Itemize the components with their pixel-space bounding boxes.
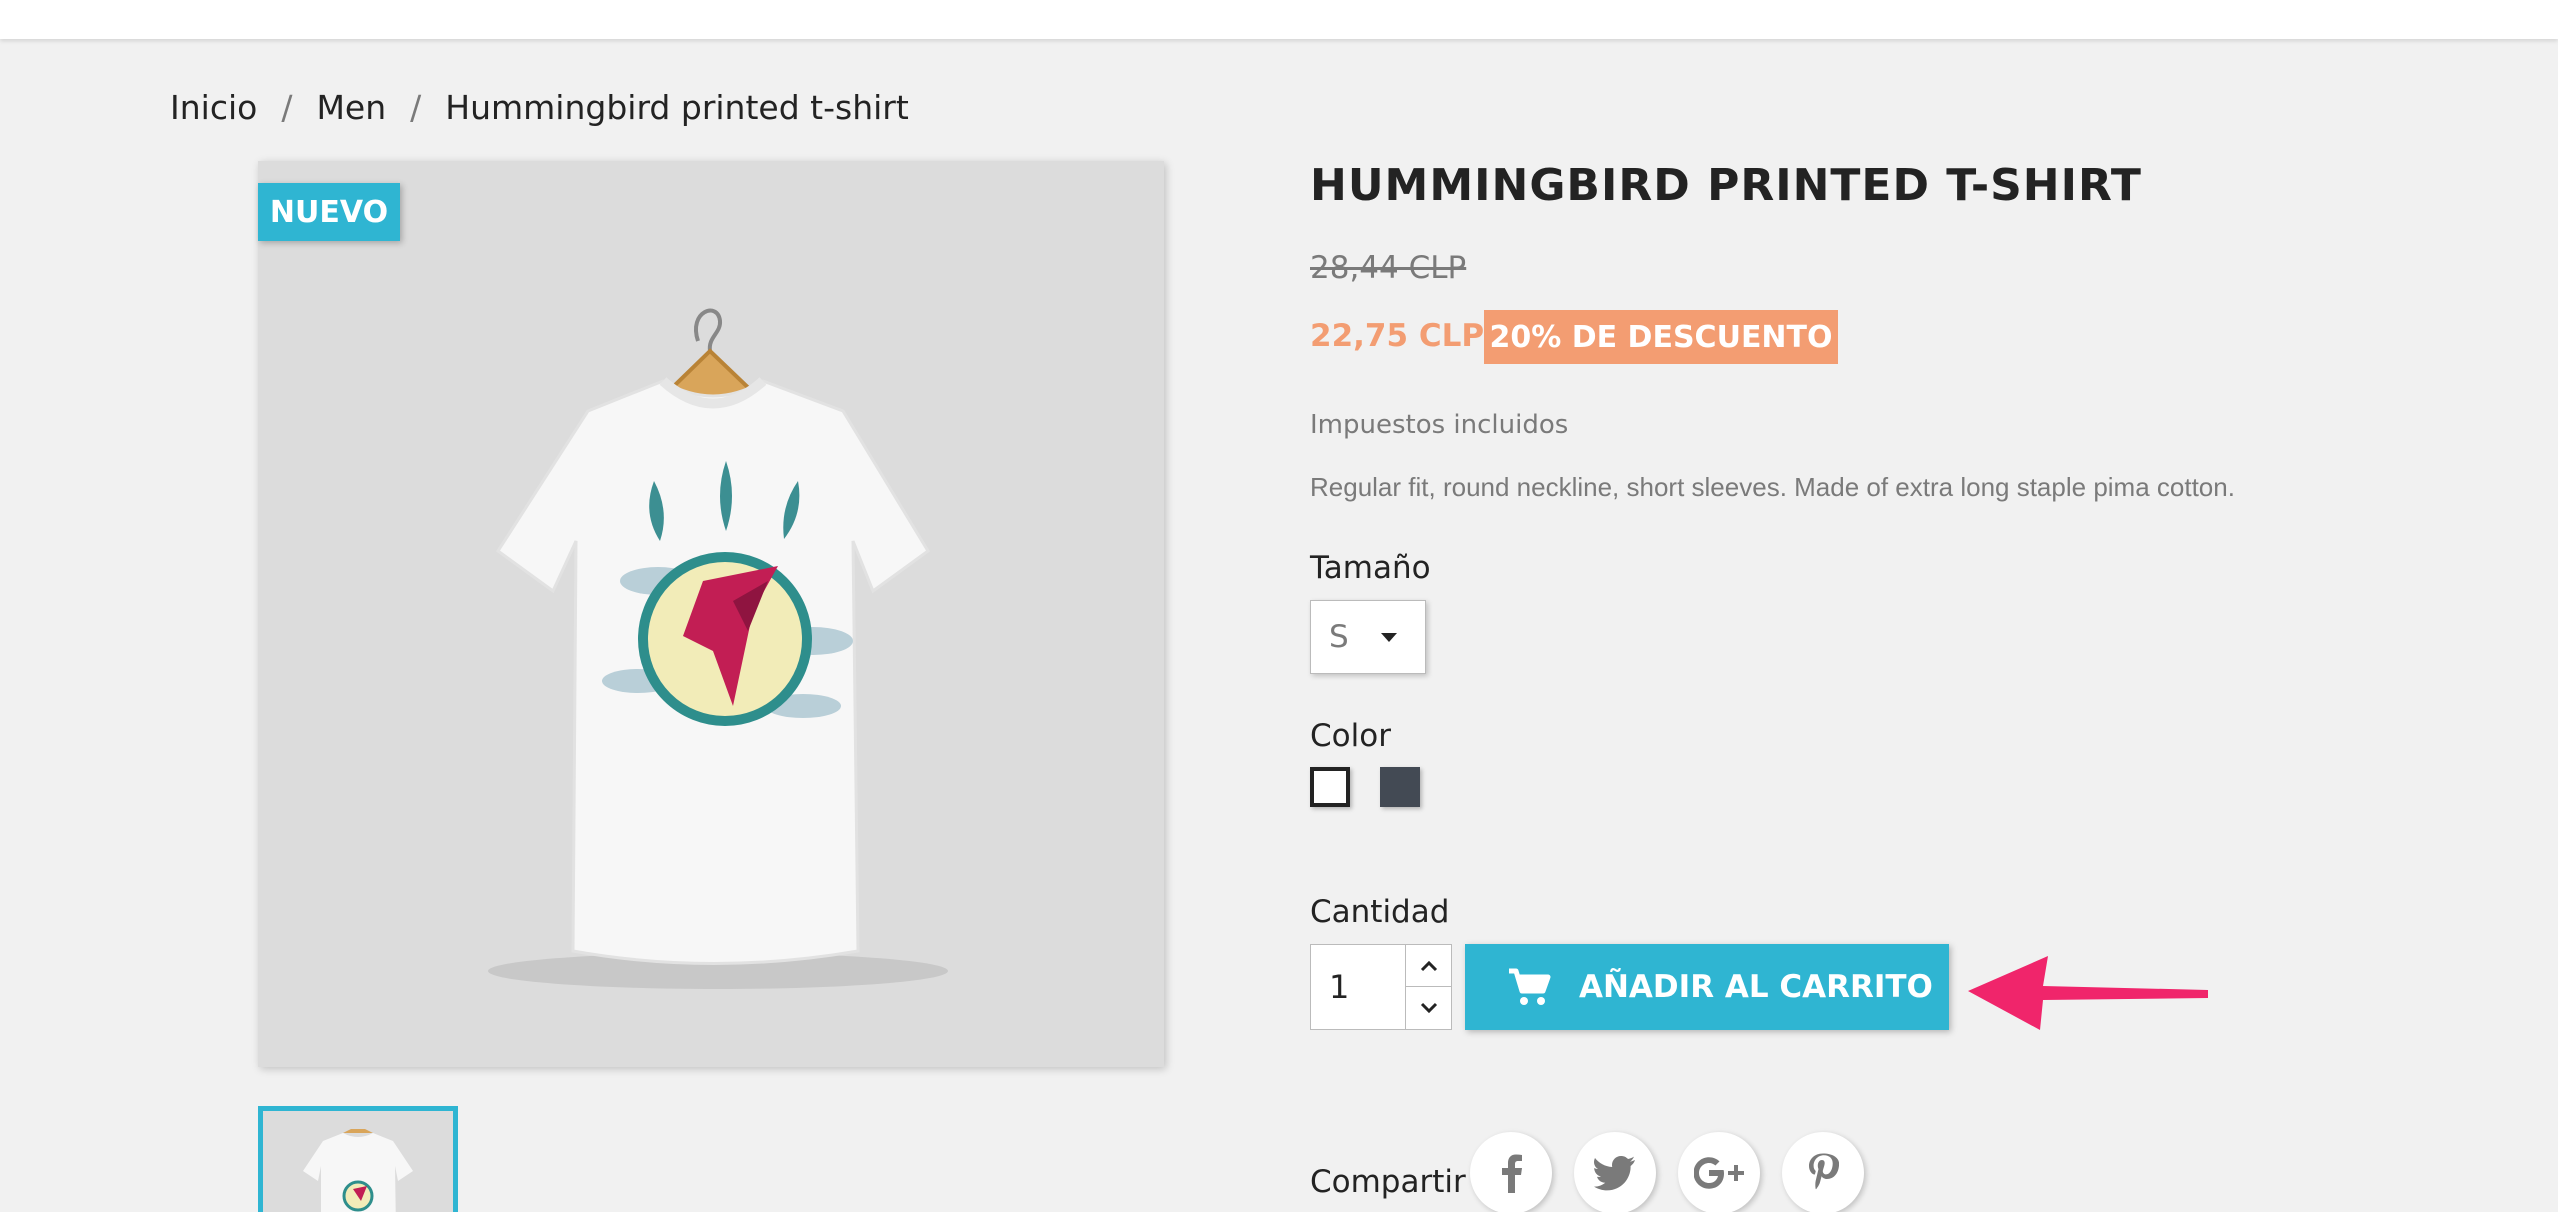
tax-note: Impuestos incluidos [1310, 410, 1569, 440]
facebook-icon [1502, 1154, 1522, 1193]
color-swatch-white[interactable] [1310, 767, 1350, 807]
twitter-share-button[interactable] [1574, 1132, 1656, 1212]
new-badge: NUEVO [258, 183, 400, 241]
annotation-arrow-icon [1968, 956, 2208, 1030]
product-main-image[interactable] [258, 161, 1164, 1067]
quantity-increase-button[interactable] [1405, 945, 1451, 987]
chevron-down-icon [1420, 1002, 1437, 1014]
breadcrumb: Inicio / Men / Hummingbird printed t-shi… [170, 88, 909, 127]
pinterest-share-button[interactable] [1782, 1132, 1864, 1212]
discount-badge: 20% DE DESCUENTO [1484, 310, 1838, 364]
size-select[interactable]: S [1310, 600, 1426, 674]
product-title: HUMMINGBIRD PRINTED T-SHIRT [1310, 160, 2142, 211]
twitter-icon [1594, 1156, 1635, 1191]
breadcrumb-current: Hummingbird printed t-shirt [445, 88, 909, 127]
add-to-cart-button[interactable]: AÑADIR AL CARRITO [1465, 944, 1949, 1030]
chevron-up-icon [1420, 960, 1437, 971]
regular-price: 28,44 CLP [1310, 250, 1467, 286]
quantity-stepper [1310, 944, 1452, 1030]
shopping-cart-icon [1509, 968, 1551, 1005]
google-plus-icon [1694, 1157, 1744, 1189]
quantity-label: Cantidad [1310, 894, 1450, 930]
color-swatch-dark[interactable] [1380, 767, 1420, 807]
quantity-input[interactable] [1311, 945, 1405, 1029]
pinterest-icon [1809, 1153, 1839, 1190]
size-value: S [1329, 619, 1349, 655]
facebook-share-button[interactable] [1470, 1132, 1552, 1212]
breadcrumb-men[interactable]: Men [316, 88, 386, 127]
google-plus-share-button[interactable] [1678, 1132, 1760, 1212]
current-price: 22,75 CLP [1310, 318, 1485, 354]
top-header-bar [0, 0, 2558, 39]
breadcrumb-separator: / [281, 88, 293, 127]
quantity-decrease-button[interactable] [1405, 987, 1451, 1029]
thumbnail-image [303, 1129, 413, 1212]
size-label: Tamaño [1310, 550, 1431, 586]
chevron-down-icon [1381, 633, 1397, 642]
share-label: Compartir [1310, 1164, 1466, 1200]
product-description: Regular fit, round neckline, short sleev… [1310, 472, 2235, 502]
product-thumbnail[interactable] [258, 1106, 458, 1212]
add-to-cart-label: AÑADIR AL CARRITO [1579, 969, 1933, 1005]
tshirt-illustration [488, 308, 948, 989]
breadcrumb-separator: / [410, 88, 422, 127]
color-label: Color [1310, 718, 1391, 754]
breadcrumb-home[interactable]: Inicio [170, 88, 257, 127]
